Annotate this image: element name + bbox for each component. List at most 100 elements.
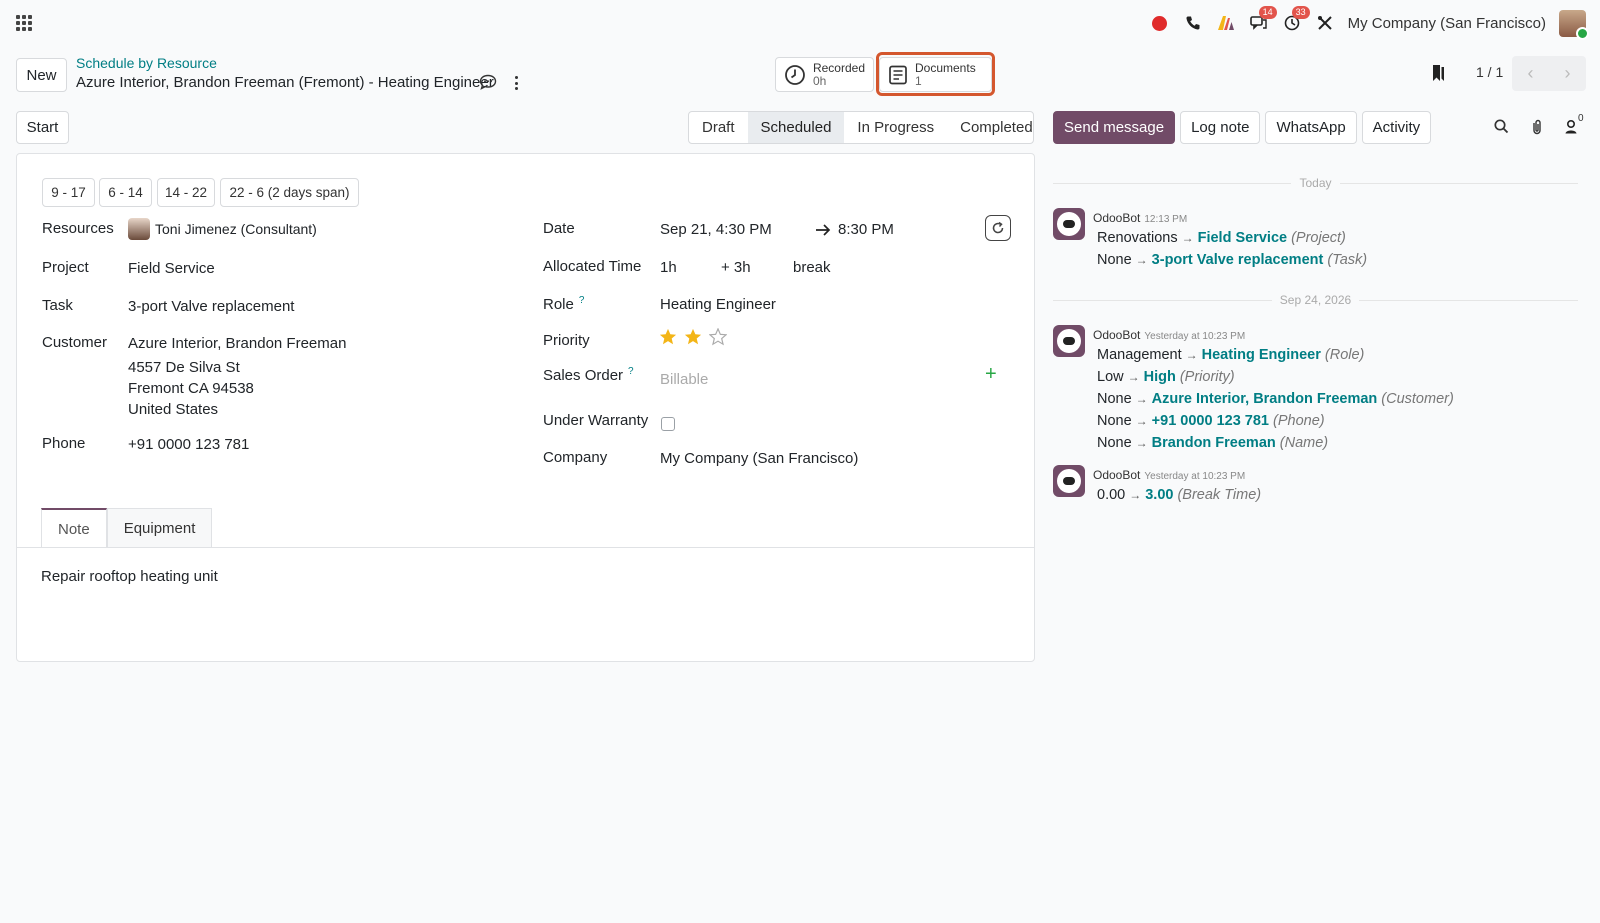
message-author: OdooBot 12:13 PM <box>1093 211 1188 225</box>
allocated-time-label: Allocated Time <box>543 258 642 275</box>
stage-in-progress[interactable]: In Progress <box>844 112 947 143</box>
breadcrumb-parent-link[interactable]: Schedule by Resource <box>76 55 217 71</box>
document-icon <box>889 65 907 84</box>
stage-completed[interactable]: Completed <box>947 112 1033 143</box>
tracking-line: None → +91 0000 123 781 (Phone) <box>1097 413 1325 429</box>
recorded-label: Recorded <box>812 60 865 75</box>
resources-label: Resources <box>42 220 114 237</box>
recorded-smart-button[interactable]: Recorded 0h <box>775 57 874 92</box>
arrow-right-icon <box>816 224 831 236</box>
customer-country: United States <box>128 401 219 418</box>
phone-icon[interactable] <box>1183 13 1203 33</box>
odoobot-avatar <box>1053 325 1085 357</box>
note-content[interactable]: Repair rooftop heating unit <box>41 568 218 585</box>
message-author: OdooBot Yesterday at 10:23 PM <box>1093 468 1246 482</box>
ai-assistant-icon[interactable] <box>1216 13 1236 33</box>
role-field[interactable]: Heating Engineer <box>660 296 776 313</box>
task-label: Task <box>42 297 73 314</box>
activity-button[interactable]: Activity <box>1361 111 1432 144</box>
under-warranty-checkbox[interactable] <box>661 417 675 431</box>
status-bar: Draft Scheduled In Progress Completed <box>688 111 1034 144</box>
tracking-line: None → Brandon Freeman (Name) <box>1097 435 1329 451</box>
customer-label: Customer <box>42 334 108 351</box>
app-menu-icon[interactable] <box>16 15 32 31</box>
priority-star-icon[interactable] <box>659 328 677 346</box>
stage-scheduled[interactable]: Scheduled <box>747 112 845 143</box>
clock-icon <box>785 64 805 85</box>
send-message-button[interactable]: Send message <box>1053 111 1176 144</box>
notebook-tabs: Note Equipment <box>41 508 213 548</box>
debug-tools-icon[interactable] <box>1315 13 1335 33</box>
customer-street: 4557 De Silva St <box>128 359 240 376</box>
form-sheet: 9 - 17 6 - 14 14 - 22 22 - 6 (2 days spa… <box>16 153 1035 662</box>
date-divider: Sep 24, 2026 <box>1053 293 1578 307</box>
customer-field[interactable]: Azure Interior, Brandon Freeman <box>128 335 346 352</box>
followers-count: 0 <box>1578 113 1584 124</box>
odoobot-avatar <box>1053 208 1085 240</box>
priority-star-icon[interactable] <box>684 328 702 346</box>
activities-badge: 33 <box>1291 6 1310 19</box>
date-label: Date <box>543 220 575 237</box>
log-note-button[interactable]: Log note <box>1180 111 1261 144</box>
new-button[interactable]: New <box>16 58 67 92</box>
messages-badge: 14 <box>1258 6 1277 19</box>
user-avatar[interactable] <box>1559 9 1589 40</box>
priority-label: Priority <box>543 332 590 349</box>
tracking-line: None → Azure Interior, Brandon Freeman (Cus… <box>1097 391 1454 407</box>
shift-template-button[interactable]: 9 - 17 <box>42 178 95 207</box>
allocated-extra-field[interactable]: + 3h <box>721 259 751 276</box>
odoobot-avatar <box>1053 465 1085 497</box>
shift-template-button[interactable]: 22 - 6 (2 days span) <box>220 178 359 207</box>
tracking-line: Renovations → Field Service (Project) <box>1097 230 1346 246</box>
documents-smart-button[interactable]: Documents 1 <box>879 57 992 92</box>
tab-equipment[interactable]: Equipment <box>106 508 213 548</box>
shift-template-button[interactable]: 6 - 14 <box>99 178 152 207</box>
stage-draft[interactable]: Draft <box>689 112 748 143</box>
date-end-field[interactable]: 8:30 PM <box>838 221 894 238</box>
recorded-value: 0h <box>812 73 827 88</box>
search-icon[interactable] <box>1493 118 1511 136</box>
sales-order-input[interactable]: Billable <box>660 371 708 388</box>
tab-divider <box>17 547 1034 548</box>
pager-previous-icon[interactable]: ‹ <box>1512 56 1549 91</box>
recompute-date-icon[interactable] <box>985 215 1011 241</box>
chatter-topbar: Send message Log note WhatsApp Activity <box>1053 111 1432 144</box>
company-label: Company <box>543 449 608 466</box>
whatsapp-button[interactable]: WhatsApp <box>1265 111 1357 144</box>
customer-city: Fremont CA 94538 <box>128 380 254 397</box>
top-navbar: 14 33 My Company (San Francisco) <box>0 0 1600 46</box>
shift-template-button[interactable]: 14 - 22 <box>157 178 215 207</box>
pager-nav: ‹ › <box>1512 56 1586 91</box>
phone-field[interactable]: +91 0000 123 781 <box>128 436 249 453</box>
systray: 14 33 My Company (San Francisco) <box>1150 6 1589 40</box>
followers-icon[interactable]: 0 <box>1563 113 1584 136</box>
sales-order-label: Sales Order? <box>543 366 634 384</box>
bookmark-icon[interactable] <box>1430 64 1447 82</box>
project-label: Project <box>42 259 89 276</box>
activities-clock-icon[interactable]: 33 <box>1282 6 1310 33</box>
priority-star-empty-icon[interactable] <box>709 328 727 346</box>
tab-note[interactable]: Note <box>41 508 107 548</box>
pager-next-icon[interactable]: › <box>1549 56 1586 91</box>
under-warranty-label: Under Warranty <box>543 412 649 429</box>
break-field[interactable]: break <box>793 259 831 276</box>
paperclip-icon[interactable] <box>1528 118 1546 136</box>
messages-icon[interactable]: 14 <box>1249 6 1277 33</box>
project-field[interactable]: Field Service <box>128 260 215 277</box>
date-start-field[interactable]: Sep 21, 4:30 PM <box>660 221 772 238</box>
recording-indicator-icon[interactable] <box>1150 13 1170 33</box>
start-button[interactable]: Start <box>16 111 69 144</box>
role-label: Role? <box>543 295 585 313</box>
tracking-line: Low → High (Priority) <box>1097 369 1235 385</box>
chatter-tools: 0 <box>1493 113 1584 136</box>
record-title: Azure Interior, Brandon Freeman (Fremont… <box>76 74 494 91</box>
task-field[interactable]: 3-port Valve replacement <box>128 298 294 315</box>
pager-value[interactable]: 1 / 1 <box>1476 64 1503 80</box>
company-switcher[interactable]: My Company (San Francisco) <box>1348 15 1546 32</box>
company-field[interactable]: My Company (San Francisco) <box>660 450 858 467</box>
chat-bubble-icon[interactable] <box>479 74 497 90</box>
more-actions-icon[interactable] <box>511 74 521 92</box>
allocated-time-field[interactable]: 1h <box>660 259 677 276</box>
resources-tag[interactable]: Toni Jimenez (Consultant) <box>155 221 317 237</box>
add-sales-order-icon[interactable]: + <box>985 364 997 384</box>
